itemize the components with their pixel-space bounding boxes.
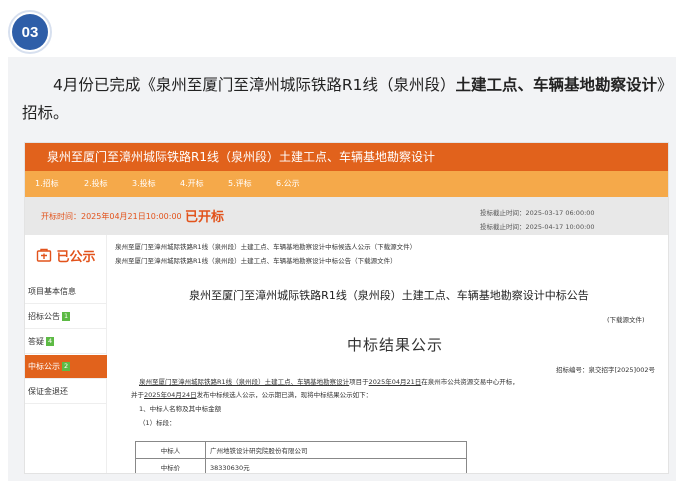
step-bar: 1.招标 2.投标 3.投标 4.开标 5.评标 6.公示 [25,171,668,197]
intro-bold-text: 土建工点、车辆基地勘察设计 [455,76,658,94]
sidebar-item-label: 答疑 [28,337,44,346]
deadline-2: 投标截止时间：2025-04-17 10:00:00 [480,223,595,231]
notice-document: 中标结果公示 招标编号：泉交招字[2025]002号 泉州至厦门至漳州城际铁路R… [125,328,665,473]
count-badge: 1 [62,312,71,321]
candidate-notice-link[interactable]: 泉州至厦门至漳州城际铁路R1线（泉州段）土建工点、车辆基地勘察设计中标候选人公示… [115,241,416,251]
table-value: 38330630元 [205,458,467,473]
sidebar-item-label: 项目基本信息 [28,287,76,296]
table-row: 中标价 38330630元 [135,458,467,473]
step-4[interactable]: 4.开标 [180,171,204,197]
bid-icon [37,248,52,262]
doc-line-1: 泉州至厦门至漳州城际铁路R1线（泉州段）土建工点、车辆基地勘察设计项目于2025… [139,378,519,386]
step-6[interactable]: 6.公示 [276,171,300,197]
published-status: 已公示 [29,241,103,269]
section-badge: 03 [8,10,52,54]
step-2[interactable]: 2.投标 [84,171,108,197]
sidebar-item-label: 保证金退还 [28,387,68,396]
doc-line-2: 并于2025年04月24日发布中标候选人公示，公示期已满，现将中标结果公示如下： [131,391,373,399]
sidebar-item-tender-notice[interactable]: 招标公告 1 [25,305,107,329]
count-badge: 2 [62,362,71,371]
download-link[interactable]: (下载源文件) [607,314,645,324]
article-paragraph: 4月份已完成《泉州至厦门至漳州城际铁路R1线（泉州段）土建工点、车辆基地勘察设计… [22,71,667,127]
award-table: 中标人 广州地铁设计研究院股份有限公司 中标价 38330630元 [135,441,467,473]
award-notice-link[interactable]: 泉州至厦门至漳州城际铁路R1线（泉州段）土建工点、车辆基地勘察设计中标公告（下载… [115,255,397,265]
notice-title: 泉州至厦门至漳州城际铁路R1线（泉州段）土建工点、车辆基地勘察设计中标公告 [189,289,589,302]
sidebar-item-deposit-refund[interactable]: 保证金退还 [25,380,107,404]
sidebar-item-qa[interactable]: 答疑 4 [25,330,107,354]
table-key: 中标价 [135,458,206,473]
published-label: 已公示 [56,249,96,265]
sidebar-item-project-info[interactable]: 项目基本信息 [25,280,107,304]
step-1[interactable]: 1.招标 [35,171,59,197]
embedded-screenshot: 泉州至厦门至漳州城际铁路R1线（泉州段）土建工点、车辆基地勘察设计 1.招标 2… [24,142,669,474]
sidebar-item-label: 招标公告 [28,312,60,321]
intro-text: 4月份已完成《泉州至厦门至漳州城际铁路R1线（泉州段） [53,76,456,94]
start-status: 已开标 [185,210,225,225]
table-row: 中标人 广州地铁设计研究院股份有限公司 [135,441,467,459]
doc-line-4: （1）标段： [139,419,176,427]
document-heading: 中标结果公示 [346,336,443,354]
article-block: 4月份已完成《泉州至厦门至漳州城际铁路R1线（泉州段）土建工点、车辆基地勘察设计… [8,57,676,481]
tender-reference: 招标编号：泉交招字[2025]002号 [555,366,655,374]
project-title-bar: 泉州至厦门至漳州城际铁路R1线（泉州段）土建工点、车辆基地勘察设计 [25,143,668,171]
page: 03 4月份已完成《泉州至厦门至漳州城际铁路R1线（泉州段）土建工点、车辆基地勘… [0,0,683,485]
deadline-1: 投标截止时间：2025-03-17 06:00:00 [480,209,595,217]
doc-line-3: 1、中标人名称及其中标金额 [139,405,222,413]
time-row: 开标时间：2025年04月21日10:00:00 已开标 投标截止时间：2025… [25,197,668,235]
sidebar-item-label: 中标公示 [28,362,60,371]
sidebar: 已公示 项目基本信息 招标公告 1 答疑 4 中标公示 2 保证金退还 [25,235,107,473]
step-5[interactable]: 5.评标 [228,171,252,197]
sidebar-item-award-notice[interactable]: 中标公示 2 [25,355,107,379]
count-badge: 4 [46,337,55,346]
table-key: 中标人 [135,441,206,459]
table-value: 广州地铁设计研究院股份有限公司 [205,441,467,459]
start-time-label: 开标时间：2025年04月21日10:00:00 [41,212,182,221]
section-number: 03 [12,14,48,50]
step-3[interactable]: 3.投标 [132,171,156,197]
main-content: 泉州至厦门至漳州城际铁路R1线（泉州段）土建工点、车辆基地勘察设计中标候选人公示… [111,235,667,473]
